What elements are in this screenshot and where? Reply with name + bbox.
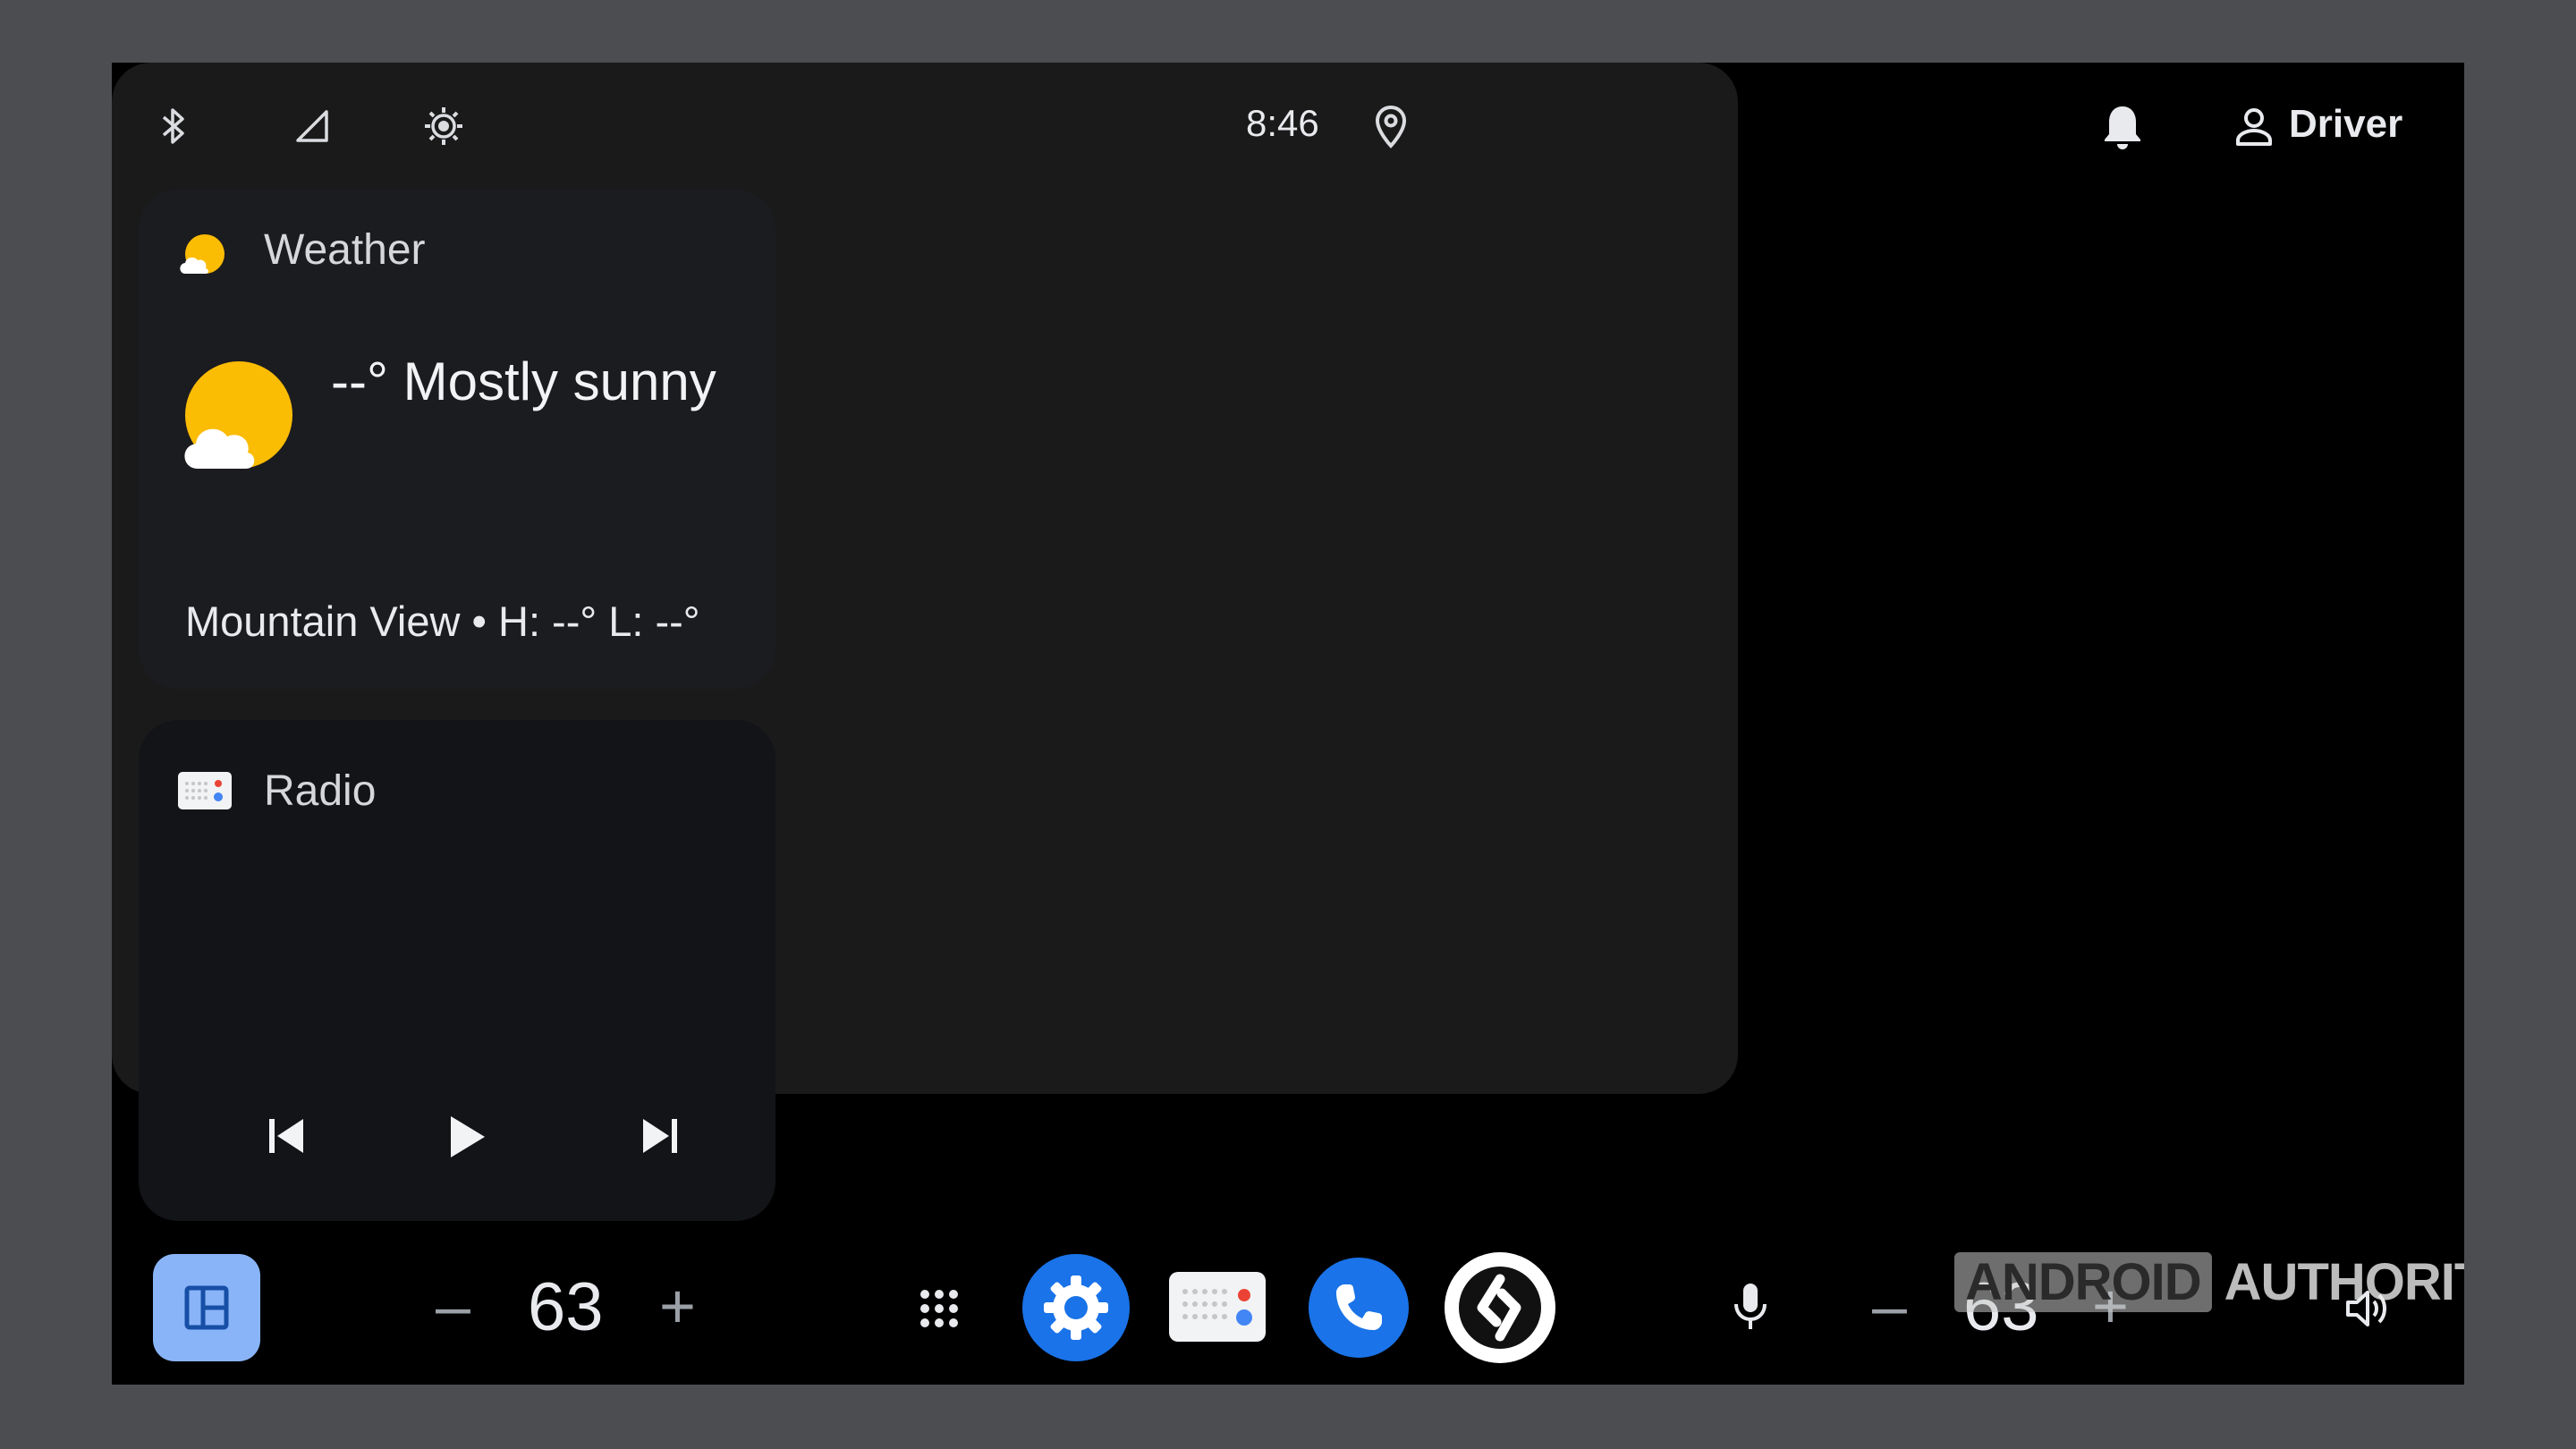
notification-bell-icon[interactable] [2099, 102, 2146, 152]
weather-card[interactable]: Weather --° Mostly sunny Mountain View •… [139, 190, 775, 689]
brightness-icon[interactable] [421, 104, 466, 148]
clock: 8:46 [1246, 102, 1319, 144]
play-icon[interactable] [432, 1103, 500, 1171]
assistant-app-icon[interactable] [1445, 1252, 1555, 1363]
weather-condition: --° Mostly sunny [331, 352, 716, 411]
watermark-part1: ANDROID [1954, 1252, 2212, 1312]
radio-app-icon [176, 769, 233, 812]
weather-card-title: Weather [264, 226, 426, 274]
radio-app-icon[interactable] [1167, 1265, 1267, 1349]
signal-icon[interactable] [292, 106, 332, 147]
skip-previous-icon[interactable] [255, 1105, 318, 1167]
skip-next-icon[interactable] [629, 1105, 691, 1167]
weather-location-line: Mountain View • H: --° L: --° [185, 597, 700, 645]
left-temp-decrease-button[interactable]: – [436, 1270, 470, 1342]
left-temperature: 63 [528, 1269, 604, 1345]
watermark-part2: AUTHORITY [2224, 1253, 2464, 1311]
location-icon[interactable] [1373, 104, 1409, 150]
watermark-logo: ANDROID AUTHORITY [1954, 1252, 2464, 1312]
app-grid-icon[interactable] [910, 1279, 969, 1338]
user-profile-button[interactable]: Driver [2289, 102, 2402, 147]
home-layout-button[interactable] [153, 1254, 260, 1361]
weather-app-icon [176, 231, 232, 284]
partly-sunny-icon [178, 361, 294, 478]
radio-card[interactable]: Radio [139, 720, 775, 1221]
right-temp-decrease-button[interactable]: – [1872, 1270, 1907, 1342]
radio-card-title: Radio [264, 767, 377, 815]
car-display: 8:46 Driver Weather --° Mostly sunny Mou… [112, 63, 2464, 1385]
left-temp-increase-button[interactable]: + [659, 1270, 696, 1342]
bluetooth-icon[interactable] [157, 106, 192, 147]
person-icon[interactable] [2233, 106, 2275, 148]
phone-app-icon[interactable] [1309, 1258, 1409, 1358]
microphone-icon[interactable] [1722, 1275, 1779, 1338]
settings-app-icon[interactable] [1022, 1254, 1130, 1361]
